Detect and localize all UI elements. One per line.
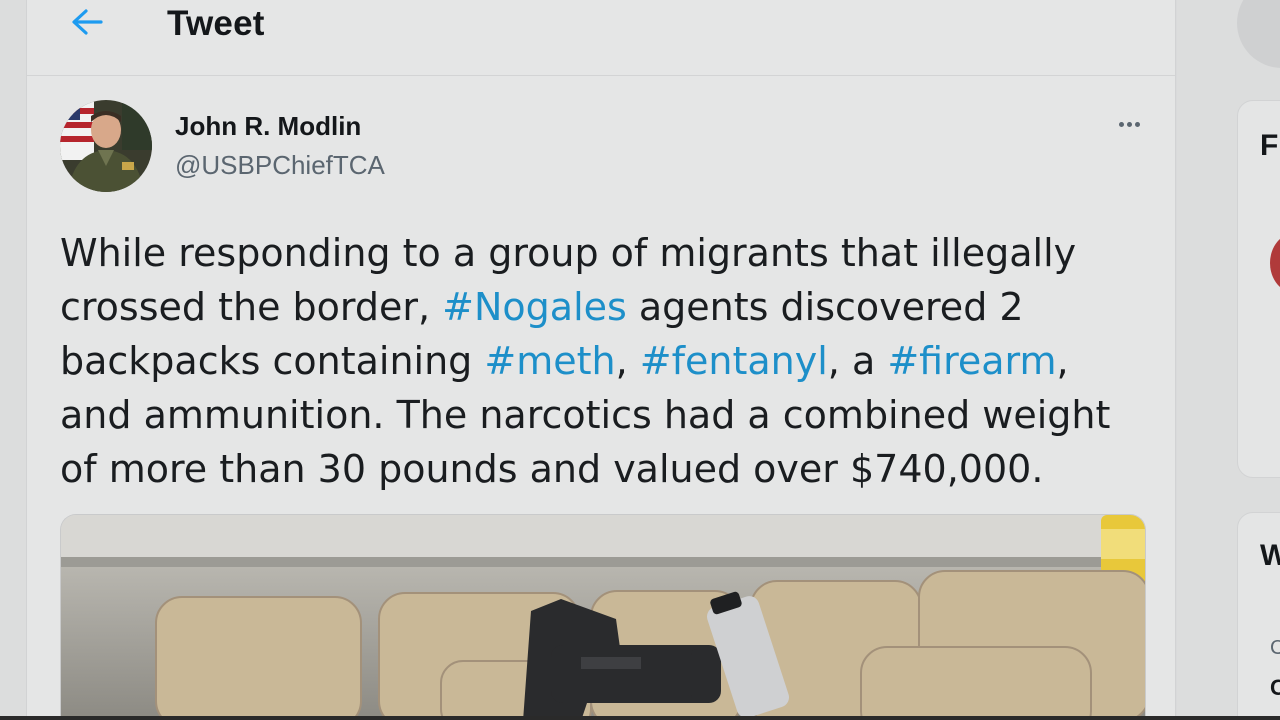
more-horizontal-icon xyxy=(1118,121,1124,127)
back-button[interactable] xyxy=(63,6,111,42)
tweet-text: While responding to a group of migrants … xyxy=(60,226,1150,496)
tweet-header: Tweet xyxy=(27,0,1175,76)
hashtag-link[interactable]: #fentanyl xyxy=(640,339,828,383)
sidebar-card: W C C xyxy=(1237,512,1280,720)
tweet-media-photo[interactable] xyxy=(60,514,1146,720)
sidebar-text-fragment: C xyxy=(1270,637,1280,659)
sidebar-card: F xyxy=(1237,100,1280,478)
author-handle: @USBPChiefTCA xyxy=(175,150,385,180)
sidebar-heading-fragment: F xyxy=(1260,129,1279,162)
author-name[interactable]: John R. Modlin xyxy=(175,111,361,142)
tweet-text-segment: , a xyxy=(827,339,888,383)
page-title: Tweet xyxy=(167,4,265,43)
tweet-text-segment: , xyxy=(615,339,640,383)
avatar[interactable] xyxy=(60,100,152,192)
sidebar-heading-fragment: W xyxy=(1260,539,1280,572)
more-options-button[interactable] xyxy=(1109,108,1149,140)
search-input[interactable] xyxy=(1237,0,1280,68)
sidebar-text-fragment[interactable]: C xyxy=(1270,675,1280,701)
avatar[interactable] xyxy=(1270,233,1280,293)
right-sidebar: F W C C xyxy=(1177,0,1280,720)
hashtag-link[interactable]: #Nogales xyxy=(442,285,627,329)
arrow-left-icon xyxy=(70,8,104,40)
left-gutter xyxy=(0,0,26,720)
more-horizontal-icon xyxy=(1134,121,1140,127)
hashtag-link[interactable]: #meth xyxy=(484,339,615,383)
main-column: Tweet John R. Modlin @USBPChiefTCA While… xyxy=(26,0,1176,720)
hashtag-link[interactable]: #firearm xyxy=(887,339,1056,383)
more-horizontal-icon xyxy=(1126,121,1132,127)
screen-edge xyxy=(0,716,1280,720)
